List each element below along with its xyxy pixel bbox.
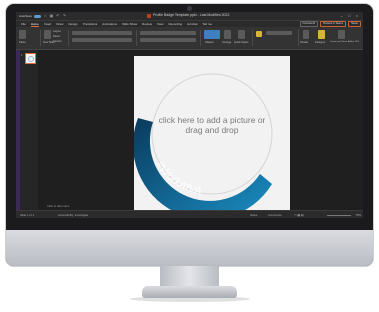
font-name-box[interactable]	[72, 31, 132, 35]
zoom-level[interactable]: 75%	[355, 213, 361, 217]
document-title: Profile Badge Template.pptx - Last Modif…	[153, 13, 230, 17]
panel-accent	[16, 50, 20, 210]
paste-label: Paste	[19, 41, 26, 44]
quick-styles-label: Quick Styles	[234, 41, 249, 44]
notes-hint[interactable]: Click to add notes	[47, 204, 69, 208]
powerpoint-icon	[147, 14, 151, 18]
dictate-icon[interactable]	[303, 30, 309, 39]
tab-review[interactable]: Review	[142, 22, 152, 26]
ribbon-divider	[68, 30, 69, 46]
thumbnail-ring	[28, 56, 34, 62]
paste-icon[interactable]	[19, 30, 26, 39]
screen: AutoSave ⌂ ▣ ↶ ↷ Profile Badge Template.…	[16, 12, 363, 218]
tab-insert[interactable]: Insert	[44, 22, 52, 26]
tab-home[interactable]: Home	[30, 22, 39, 27]
redo-icon[interactable]: ↷	[63, 14, 66, 18]
zoom-slider[interactable]	[327, 215, 351, 216]
view-buttons[interactable]: ▭ ▦ ▤	[294, 213, 303, 217]
monitor-stand-neck	[160, 266, 219, 288]
designer-icon[interactable]	[318, 30, 325, 39]
monitor-stand-base	[142, 286, 237, 298]
ribbon-divider	[200, 30, 201, 46]
tab-animations[interactable]: Animations	[102, 22, 117, 26]
tab-tell-me[interactable]: Tell me	[202, 22, 212, 26]
ribbon: Paste New Slide Layout Reset Section Sha…	[16, 27, 363, 50]
slide-count: Slide 1 of 1	[20, 213, 34, 217]
new-slide-icon[interactable]	[44, 30, 51, 39]
slide-canvas[interactable]: #WorkAtVA click here to add a picture or…	[134, 56, 290, 212]
tab-draw[interactable]: Draw	[56, 22, 63, 26]
tab-slide-show[interactable]: Slide Show	[122, 22, 137, 26]
quick-styles-icon[interactable]	[238, 30, 245, 39]
shapes-gallery[interactable]	[204, 30, 220, 39]
tab-recording[interactable]: Recording	[168, 22, 182, 26]
save-icon[interactable]: ▣	[49, 14, 53, 18]
slide-editor-area: #WorkAtVA click here to add a picture or…	[38, 50, 363, 212]
title-bar: AutoSave ⌂ ▣ ↶ ↷ Profile Badge Template.…	[16, 12, 363, 21]
slide-thumbnails-panel: 1	[16, 50, 38, 210]
paragraph-row[interactable]	[140, 31, 196, 35]
section-label[interactable]: Section	[53, 40, 62, 43]
monitor-chin	[6, 230, 373, 266]
accessibility-status[interactable]: Accessibility: Investigate	[58, 213, 88, 217]
font-format-row[interactable]	[72, 38, 132, 42]
ribbon-divider	[136, 30, 137, 46]
ribbon-divider	[298, 30, 299, 46]
notes-button[interactable]: Notes	[250, 213, 257, 217]
designer-label: Designer	[315, 41, 326, 44]
layout-label[interactable]: Layout	[53, 30, 61, 33]
pen-icon[interactable]	[256, 31, 262, 37]
ribbon-divider	[252, 30, 253, 46]
camera-dot	[187, 6, 192, 11]
autosave-toggle[interactable]	[34, 14, 42, 18]
slide-number: 1	[21, 53, 23, 57]
shapes-label: Shapes	[205, 41, 214, 44]
dictate-label: Dictate	[300, 41, 309, 44]
comments-status-button[interactable]: Comments	[268, 213, 282, 217]
undo-icon[interactable]: ↶	[56, 14, 59, 18]
placeholder-text[interactable]: click here to add a picture or drag and …	[152, 115, 272, 135]
adobe-pdf-label: Create and Share Adobe PDF	[330, 41, 360, 43]
status-bar: Slide 1 of 1 Accessibility: Investigate …	[16, 210, 363, 218]
reset-label[interactable]: Reset	[53, 35, 60, 38]
tab-transitions[interactable]: Transitions	[83, 22, 98, 26]
shape-options[interactable]	[266, 31, 292, 35]
tab-acrobat[interactable]: Acrobat	[187, 22, 197, 26]
home-icon[interactable]: ⌂	[44, 14, 46, 18]
window-controls[interactable]: – □ ×	[341, 13, 360, 18]
tab-design[interactable]: Design	[68, 22, 77, 26]
slide-thumbnail[interactable]	[25, 53, 36, 64]
ribbon-divider	[40, 30, 41, 46]
tab-view[interactable]: View	[157, 22, 163, 26]
tab-file[interactable]: File	[21, 22, 26, 26]
arrange-label: Arrange	[222, 41, 232, 44]
alignment-row[interactable]	[140, 38, 196, 42]
adobe-pdf-icon[interactable]	[338, 30, 345, 39]
autosave-label: AutoSave	[19, 14, 33, 18]
arrange-icon[interactable]	[224, 30, 231, 39]
